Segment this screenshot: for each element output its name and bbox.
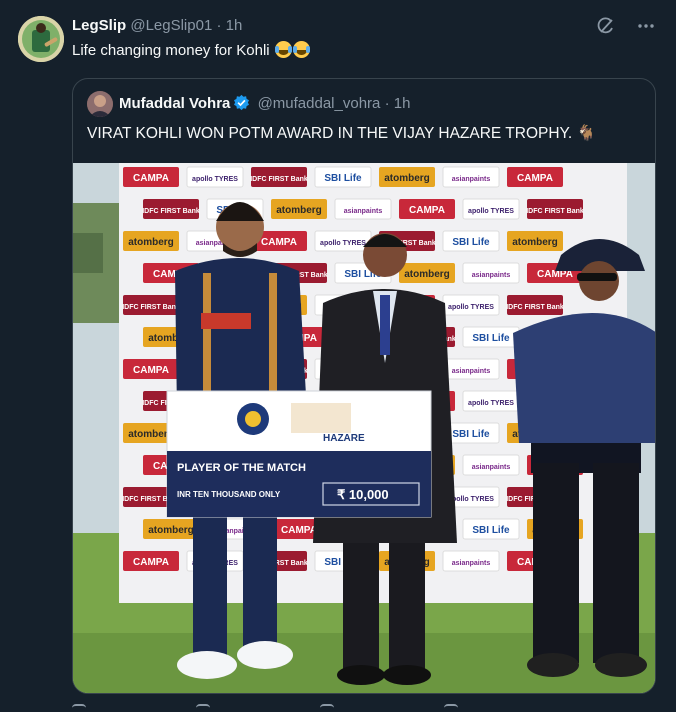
sponsor-logo-text: IDFC FIRST Bank [250, 176, 308, 183]
sponsor-logo-text: IDFC FIRST Bank [142, 208, 200, 215]
separator: · [384, 95, 390, 112]
sponsor-logo-text: apollo TYRES [468, 400, 514, 407]
header-actions [596, 16, 656, 36]
tweet-text: Life changing money for Kohli [72, 40, 310, 62]
cheque-amount: ₹ 10,000 [337, 487, 389, 502]
author-name[interactable]: LegSlip [72, 17, 126, 34]
presentation-cheque: HAZARE PLAYER OF THE MATCH INR TEN THOUS… [166, 390, 432, 518]
tweet-header: LegSlip @LegSlip01 · 1h [72, 16, 242, 36]
emoji-joy-icon [292, 41, 310, 58]
sponsor-logo-text: SBI Life [472, 333, 510, 344]
tweet-action-bar [72, 704, 656, 712]
author-handle[interactable]: @LegSlip01 [130, 17, 212, 34]
sponsor-logo-text: atomberg [128, 237, 174, 248]
sponsor-logo-text: IDFC FIRST Bank [506, 304, 564, 311]
sponsor-logo-text: CAMPA [409, 205, 445, 216]
reply-icon[interactable] [72, 704, 86, 712]
sponsor-logo-text: apollo TYRES [448, 496, 494, 503]
sponsor-logo-text: SBI Life [452, 237, 490, 248]
quoted-timestamp[interactable]: 1h [394, 95, 411, 112]
sponsor-logo-text: SBI Life [472, 525, 510, 536]
sponsor-logo-text: IDFC FIRST Bank [122, 304, 180, 311]
quoted-tweet-header: Mufaddal Vohra @mufaddal_vohra · 1h [119, 94, 410, 114]
quoted-tweet[interactable]: Mufaddal Vohra @mufaddal_vohra · 1h VIRA… [72, 78, 656, 694]
sponsor-logo-text: apollo TYRES [320, 240, 366, 247]
sponsor-logo-text: IDFC FIRST Bank [526, 208, 584, 215]
quoted-author-name[interactable]: Mufaddal Vohra [119, 95, 230, 112]
cheque-amount-words: INR TEN THOUSAND ONLY [177, 490, 281, 499]
sponsor-logo-text: atomberg [276, 205, 322, 216]
sponsor-logo-text: atomberg [148, 525, 194, 536]
tweet[interactable]: LegSlip @LegSlip01 · 1h Life changing mo… [0, 0, 676, 712]
more-icon[interactable] [636, 16, 656, 36]
quoted-tweet-text: VIRAT KOHLI WON POTM AWARD IN THE VIJAY … [87, 125, 596, 142]
grok-icon[interactable] [596, 16, 616, 36]
sponsor-logo-text: CAMPA [517, 173, 553, 184]
photo-scene: CAMPA apollo TYRES IDFC FIRST Bank SBI Life… [73, 163, 655, 693]
sponsor-logo-text: apollo TYRES [448, 304, 494, 311]
sponsor-logo-text: SBI Life [452, 429, 490, 440]
sponsor-logo-text: asianpaints [452, 176, 491, 183]
retweet-icon[interactable] [196, 704, 210, 712]
cheque-title: PLAYER OF THE MATCH [177, 462, 306, 474]
sponsor-logo-text: CAMPA [133, 557, 169, 568]
like-icon[interactable] [320, 704, 334, 712]
sponsor-logo-text: atomberg [404, 269, 450, 280]
sponsor-logo-text: apollo TYRES [192, 176, 238, 183]
sponsor-logo-text: atomberg [512, 237, 558, 248]
sponsor-logo-text: asianpaints [452, 368, 491, 375]
timestamp[interactable]: 1h [226, 17, 243, 34]
author-avatar[interactable] [18, 16, 64, 62]
sponsor-logo-text: asianpaints [452, 560, 491, 567]
sponsor-logo-text: asianpaints [344, 208, 383, 215]
verified-badge-icon [233, 94, 250, 111]
separator: · [216, 17, 222, 34]
cheque-tournament: HAZARE [323, 433, 365, 444]
quoted-author-handle[interactable]: @mufaddal_vohra [258, 95, 381, 112]
sponsor-logo-text: CAMPA [133, 365, 169, 376]
sponsor-logo-text: CAMPA [261, 237, 297, 248]
sponsor-logo-text: CAMPA [133, 173, 169, 184]
sponsor-logo-text: SBI Life [324, 173, 362, 184]
sponsor-logo-text: atomberg [384, 173, 430, 184]
sponsor-logo-text: asianpaints [472, 272, 511, 279]
tweet-text-body: Life changing money for Kohli [72, 42, 270, 59]
quoted-author-avatar[interactable] [87, 91, 113, 117]
sponsor-logo-text: apollo TYRES [468, 208, 514, 215]
emoji-joy-icon [274, 41, 292, 58]
quoted-tweet-photo[interactable]: CAMPA apollo TYRES IDFC FIRST Bank SBI Life… [73, 163, 655, 693]
sponsor-logo-text: asianpaints [472, 464, 511, 471]
views-icon[interactable] [444, 704, 458, 712]
sponsor-logo-text: CAMPA [281, 525, 317, 536]
